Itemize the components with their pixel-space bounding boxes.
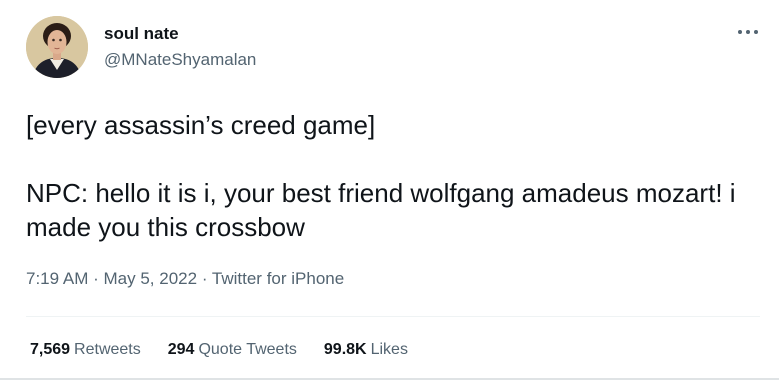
quote-tweets-count: 294 (167, 341, 195, 358)
tweet-time-link[interactable]: 7:19 AM · May 5, 2022 (26, 269, 197, 288)
tweet-time: 7:19 AM (26, 269, 89, 288)
meta-separator: · (201, 269, 208, 288)
likes-label: Likes (370, 341, 408, 358)
quote-tweets-stat[interactable]: 294 Quote Tweets (168, 340, 297, 360)
avatar[interactable] (26, 16, 88, 78)
bottom-divider (0, 378, 779, 380)
meta-separator: · (93, 269, 99, 288)
quote-tweets-label: Quote Tweets (198, 341, 297, 358)
tweet-meta: 7:19 AM · May 5, 2022 · Twitter for iPho… (26, 269, 344, 289)
retweets-count: 7,569 (30, 341, 71, 358)
tweet-source-link[interactable]: Twitter for iPhone (212, 269, 344, 288)
tweet-card: soul nate @MNateShyamalan [every assassi… (0, 0, 779, 382)
likes-count: 99.8K (323, 341, 367, 358)
portrait-avatar-icon (26, 16, 88, 78)
display-name[interactable]: soul nate (104, 24, 179, 44)
more-horizontal-icon[interactable] (735, 26, 761, 38)
retweets-stat[interactable]: 7,569 Retweets (30, 340, 141, 360)
likes-stat[interactable]: 99.8K Likes (324, 340, 408, 360)
divider (26, 316, 760, 317)
tweet-stats: 7,569 Retweets 294 Quote Tweets 99.8K Likes (30, 340, 408, 360)
tweet-date: May 5, 2022 (103, 269, 198, 288)
retweets-label: Retweets (74, 341, 141, 358)
tweet-text: [every assassin’s creed game] NPC: hello… (26, 110, 736, 242)
user-handle[interactable]: @MNateShyamalan (104, 50, 256, 70)
